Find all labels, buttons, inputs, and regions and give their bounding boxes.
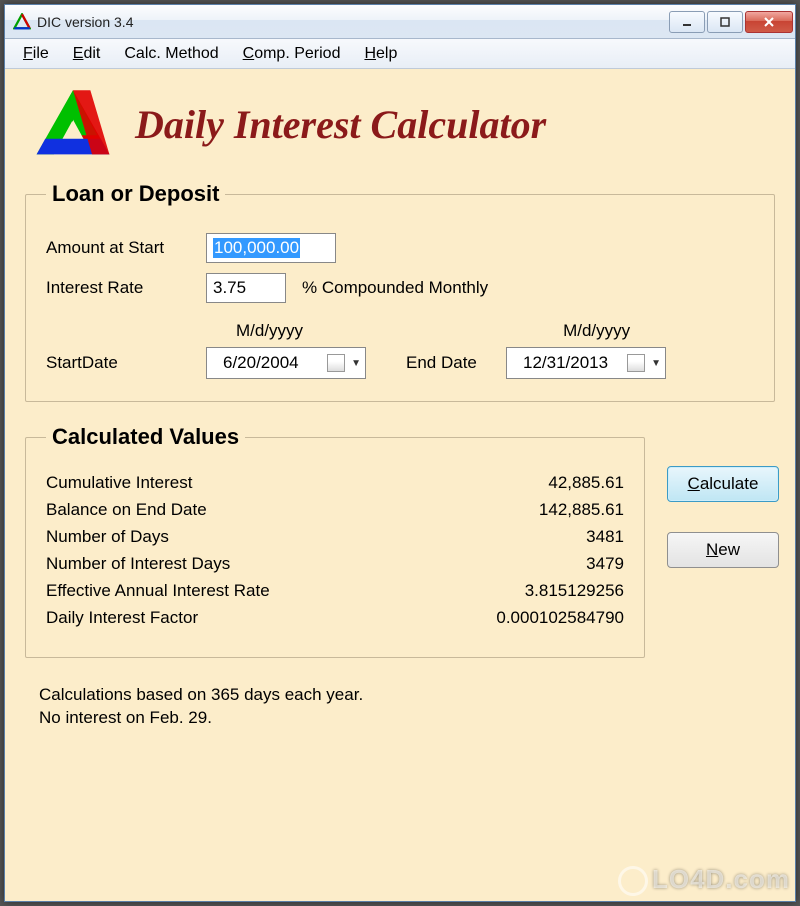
end-date-picker[interactable]: 12/31/2013 ▼ xyxy=(506,347,666,379)
rate-suffix: % Compounded Monthly xyxy=(302,278,488,298)
minimize-icon xyxy=(681,16,693,28)
app-title: Daily Interest Calculator xyxy=(135,101,546,148)
rate-value: 3.75 xyxy=(213,278,246,298)
start-date-value: 6/20/2004 xyxy=(223,353,321,373)
end-date-format-hint: M/d/yyyy xyxy=(563,321,630,341)
menu-file[interactable]: File xyxy=(11,41,61,67)
result-value: 3479 xyxy=(454,554,624,574)
close-button[interactable] xyxy=(745,11,793,33)
calculate-button[interactable]: Calculate xyxy=(667,466,779,502)
footer-line-2: No interest on Feb. 29. xyxy=(39,707,769,730)
start-date-picker[interactable]: 6/20/2004 ▼ xyxy=(206,347,366,379)
window-title: DIC version 3.4 xyxy=(37,14,669,30)
maximize-icon xyxy=(719,16,731,28)
start-date-label: StartDate xyxy=(46,353,206,373)
start-date-format-hint: M/d/yyyy xyxy=(236,321,303,341)
logo-icon xyxy=(29,85,117,163)
loan-group: Loan or Deposit Amount at Start 100,000.… xyxy=(25,181,775,402)
footer-line-1: Calculations based on 365 days each year… xyxy=(39,684,769,707)
results-group: Calculated Values Cumulative Interest 42… xyxy=(25,424,645,658)
results-list: Cumulative Interest 42,885.61 Balance on… xyxy=(46,473,624,628)
side-buttons: Calculate New xyxy=(667,420,779,568)
amount-value: 100,000.00 xyxy=(213,238,300,258)
results-legend: Calculated Values xyxy=(46,424,245,450)
minimize-button[interactable] xyxy=(669,11,705,33)
result-label: Number of Interest Days xyxy=(46,554,454,574)
result-row: Balance on End Date 142,885.61 xyxy=(46,500,624,520)
chevron-down-icon: ▼ xyxy=(651,358,661,369)
menu-calc-method[interactable]: Calc. Method xyxy=(112,41,230,67)
menu-help[interactable]: Help xyxy=(352,41,409,67)
result-row: Effective Annual Interest Rate 3.8151292… xyxy=(46,581,624,601)
amount-label: Amount at Start xyxy=(46,238,206,258)
result-label: Number of Days xyxy=(46,527,454,547)
result-value: 142,885.61 xyxy=(454,500,624,520)
loan-legend: Loan or Deposit xyxy=(46,181,225,207)
amount-input[interactable]: 100,000.00 xyxy=(206,233,336,263)
result-label: Balance on End Date xyxy=(46,500,454,520)
result-value: 0.000102584790 xyxy=(454,608,624,628)
end-date-value: 12/31/2013 xyxy=(523,353,621,373)
result-label: Cumulative Interest xyxy=(46,473,454,493)
chevron-down-icon: ▼ xyxy=(351,358,361,369)
client-area: Daily Interest Calculator Loan or Deposi… xyxy=(5,69,795,901)
calendar-icon xyxy=(327,354,345,372)
titlebar: DIC version 3.4 xyxy=(5,5,795,39)
end-date-label: End Date xyxy=(406,353,506,373)
app-icon xyxy=(13,13,31,31)
result-row: Number of Days 3481 xyxy=(46,527,624,547)
result-value: 42,885.61 xyxy=(454,473,624,493)
maximize-button[interactable] xyxy=(707,11,743,33)
app-window: DIC version 3.4 File Edit Calc. Method C… xyxy=(4,4,796,902)
rate-input[interactable]: 3.75 xyxy=(206,273,286,303)
header: Daily Interest Calculator xyxy=(21,81,779,171)
rate-label: Interest Rate xyxy=(46,278,206,298)
result-row: Daily Interest Factor 0.000102584790 xyxy=(46,608,624,628)
result-row: Cumulative Interest 42,885.61 xyxy=(46,473,624,493)
footer-note: Calculations based on 365 days each year… xyxy=(39,684,769,730)
new-button[interactable]: New xyxy=(667,532,779,568)
calendar-icon xyxy=(627,354,645,372)
result-value: 3481 xyxy=(454,527,624,547)
menu-edit[interactable]: Edit xyxy=(61,41,113,67)
menu-comp-period[interactable]: Comp. Period xyxy=(231,41,353,67)
result-label: Daily Interest Factor xyxy=(46,608,454,628)
menubar: File Edit Calc. Method Comp. Period Help xyxy=(5,39,795,69)
close-icon xyxy=(762,15,776,29)
window-controls xyxy=(669,11,793,33)
result-row: Number of Interest Days 3479 xyxy=(46,554,624,574)
result-value: 3.815129256 xyxy=(454,581,624,601)
result-label: Effective Annual Interest Rate xyxy=(46,581,454,601)
